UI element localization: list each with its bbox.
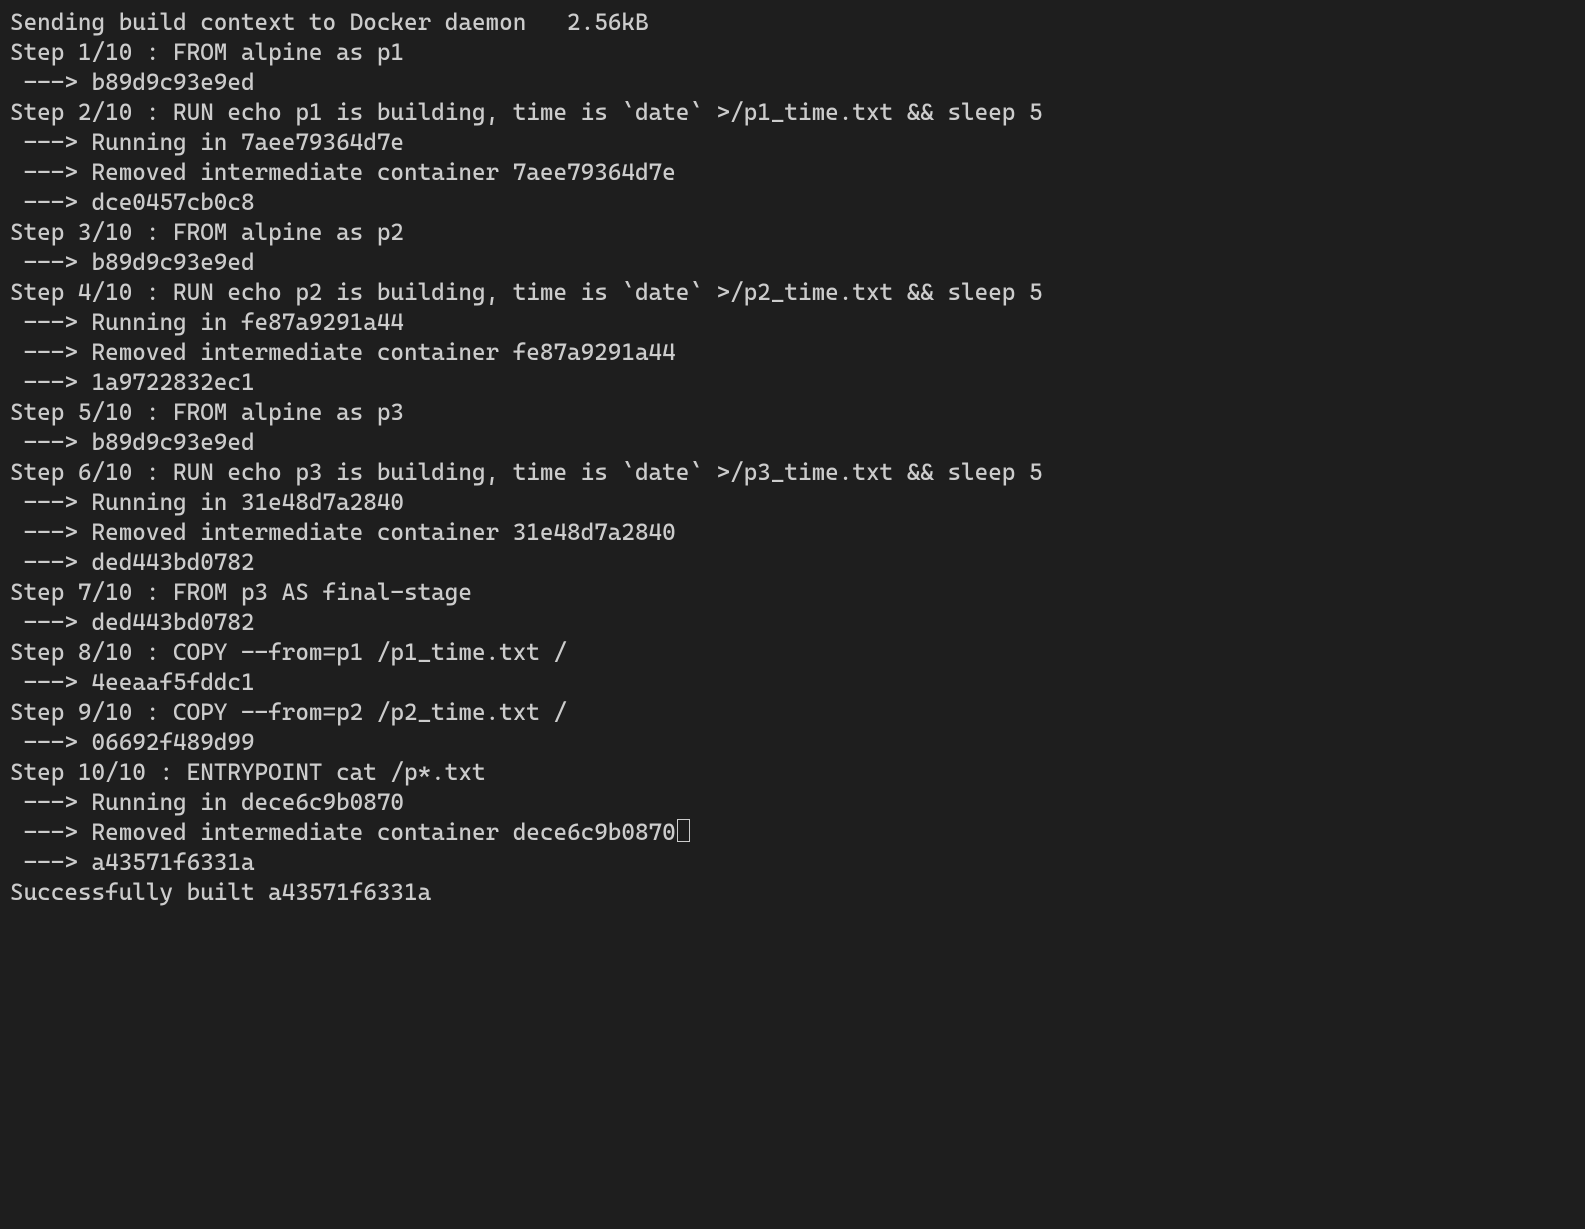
terminal-line: Step 2/10 : RUN echo p1 is building, tim… — [10, 99, 1043, 126]
terminal-line: ---> Removed intermediate container 7aee… — [10, 159, 676, 186]
terminal-output[interactable]: Sending build context to Docker daemon 2… — [0, 0, 1585, 908]
terminal-line: ---> Running in 31e48d7a2840 — [10, 489, 404, 516]
terminal-line: Step 8/10 : COPY --from=p1 /p1_time.txt … — [10, 639, 567, 666]
terminal-line: ---> Removed intermediate container dece… — [10, 819, 676, 846]
terminal-line: Step 9/10 : COPY --from=p2 /p2_time.txt … — [10, 699, 567, 726]
terminal-line: Step 6/10 : RUN echo p3 is building, tim… — [10, 459, 1043, 486]
terminal-line: ---> ded443bd0782 — [10, 609, 255, 636]
terminal-line: Step 7/10 : FROM p3 AS final-stage — [10, 579, 472, 606]
terminal-line: ---> dce0457cb0c8 — [10, 189, 255, 216]
terminal-line: ---> b89d9c93e9ed — [10, 249, 255, 276]
terminal-line: ---> 1a9722832ec1 — [10, 369, 255, 396]
terminal-line: Successfully built a43571f6331a — [10, 879, 431, 906]
terminal-line: ---> Removed intermediate container 31e4… — [10, 519, 676, 546]
terminal-cursor — [677, 819, 690, 842]
terminal-line: Step 3/10 : FROM alpine as p2 — [10, 219, 404, 246]
terminal-line: ---> Running in dece6c9b0870 — [10, 789, 404, 816]
terminal-line: Step 4/10 : RUN echo p2 is building, tim… — [10, 279, 1043, 306]
terminal-line: ---> Running in 7aee79364d7e — [10, 129, 404, 156]
terminal-line: Step 10/10 : ENTRYPOINT cat /p*.txt — [10, 759, 486, 786]
terminal-line: ---> b89d9c93e9ed — [10, 429, 255, 456]
terminal-line: ---> Removed intermediate container fe87… — [10, 339, 676, 366]
terminal-line: Step 5/10 : FROM alpine as p3 — [10, 399, 404, 426]
terminal-line: ---> a43571f6331a — [10, 849, 255, 876]
terminal-line: ---> ded443bd0782 — [10, 549, 255, 576]
terminal-line: ---> b89d9c93e9ed — [10, 69, 255, 96]
terminal-line: ---> 4eeaaf5fddc1 — [10, 669, 255, 696]
terminal-line: Sending build context to Docker daemon 2… — [10, 9, 649, 36]
terminal-line: Step 1/10 : FROM alpine as p1 — [10, 39, 404, 66]
terminal-line: ---> 06692f489d99 — [10, 729, 255, 756]
terminal-line: ---> Running in fe87a9291a44 — [10, 309, 404, 336]
